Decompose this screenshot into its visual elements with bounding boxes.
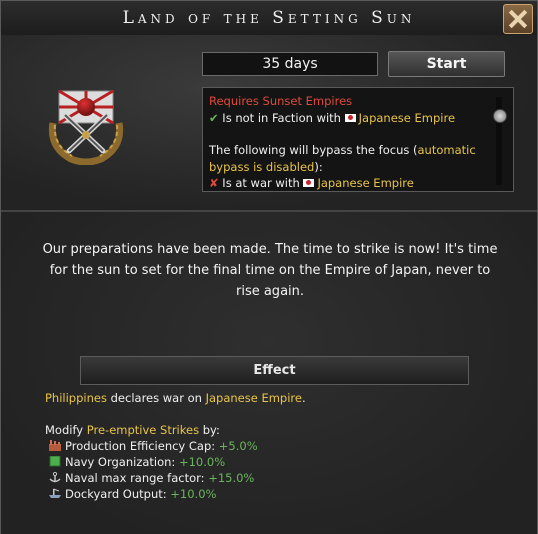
factory-icon [49, 440, 61, 451]
green-square-icon [49, 456, 61, 467]
requirement-target-link[interactable]: Japanese Empire [359, 111, 455, 125]
effect-country-link[interactable]: Philippines [45, 391, 107, 405]
modifier-value: +10.0% [178, 455, 226, 469]
focus-icon [48, 89, 124, 165]
modifier-row: Production Efficiency Cap: +5.0% [49, 438, 258, 454]
japan-flag-icon [344, 113, 356, 122]
requirement-header: Requires Sunset Empires [209, 94, 353, 108]
effect-end-text: . [301, 391, 306, 405]
requirement-text: Is not in Faction with [222, 110, 345, 125]
modify-prefix: Modify [45, 423, 87, 437]
scrollbar-thumb[interactable] [493, 109, 507, 123]
modify-suffix: by: [199, 423, 220, 437]
modifier-label: Naval max range factor: [65, 471, 209, 485]
effect-action-text: declares war on [106, 391, 206, 405]
modifier-row: Navy Organization: +10.0% [49, 454, 225, 470]
bypass-text: The following will bypass the focus ( [209, 143, 418, 157]
close-button[interactable] [503, 4, 533, 34]
bypass-close-text: ): [314, 159, 323, 174]
modify-spirit-link[interactable]: Pre-emptive Strikes [87, 423, 199, 437]
bypass-auto-text: automatic [417, 143, 476, 157]
effect-header: Effect [80, 356, 469, 385]
anchor-icon [49, 472, 61, 483]
focus-window: Land of the Setting Sun 35 days Start Re… [0, 0, 538, 534]
effect-target-link[interactable]: Japanese Empire [206, 391, 302, 405]
title-bar: Land of the Setting Sun [1, 1, 537, 35]
cross-icon: ✘ [209, 176, 219, 190]
duration-field: 35 days [202, 52, 378, 76]
modifier-label: Navy Organization: [65, 455, 179, 469]
modifier-value: +5.0% [218, 439, 258, 453]
focus-description: Our preparations have been made. The tim… [42, 242, 498, 299]
modify-line: Modify Pre-emptive Strikes by: [45, 422, 220, 438]
modifier-label: Production Efficiency Cap: [65, 439, 219, 453]
effect-line: Philippines declares war on Japanese Emp… [45, 390, 306, 406]
modifier-value: +15.0% [208, 471, 255, 485]
dockyard-icon [49, 488, 61, 498]
start-button[interactable]: Start [388, 51, 505, 77]
requirements-panel: Requires Sunset Empires ✔ Is not in Fact… [202, 87, 514, 192]
bypass-target-link[interactable]: Japanese Empire [317, 176, 413, 190]
window-title: Land of the Setting Sun [122, 8, 416, 28]
check-icon: ✔ [209, 110, 219, 125]
bypass-condition-text: Is at war with [222, 176, 304, 190]
modifier-value: +10.0% [170, 487, 217, 501]
bypass-disabled-text: bypass is disabled [209, 159, 315, 174]
modifier-row: Dockyard Output: +10.0% [49, 486, 216, 502]
modifier-label: Dockyard Output: [65, 487, 171, 501]
modifier-row: Naval max range factor: +15.0% [49, 470, 254, 486]
japan-flag-icon [303, 179, 315, 187]
